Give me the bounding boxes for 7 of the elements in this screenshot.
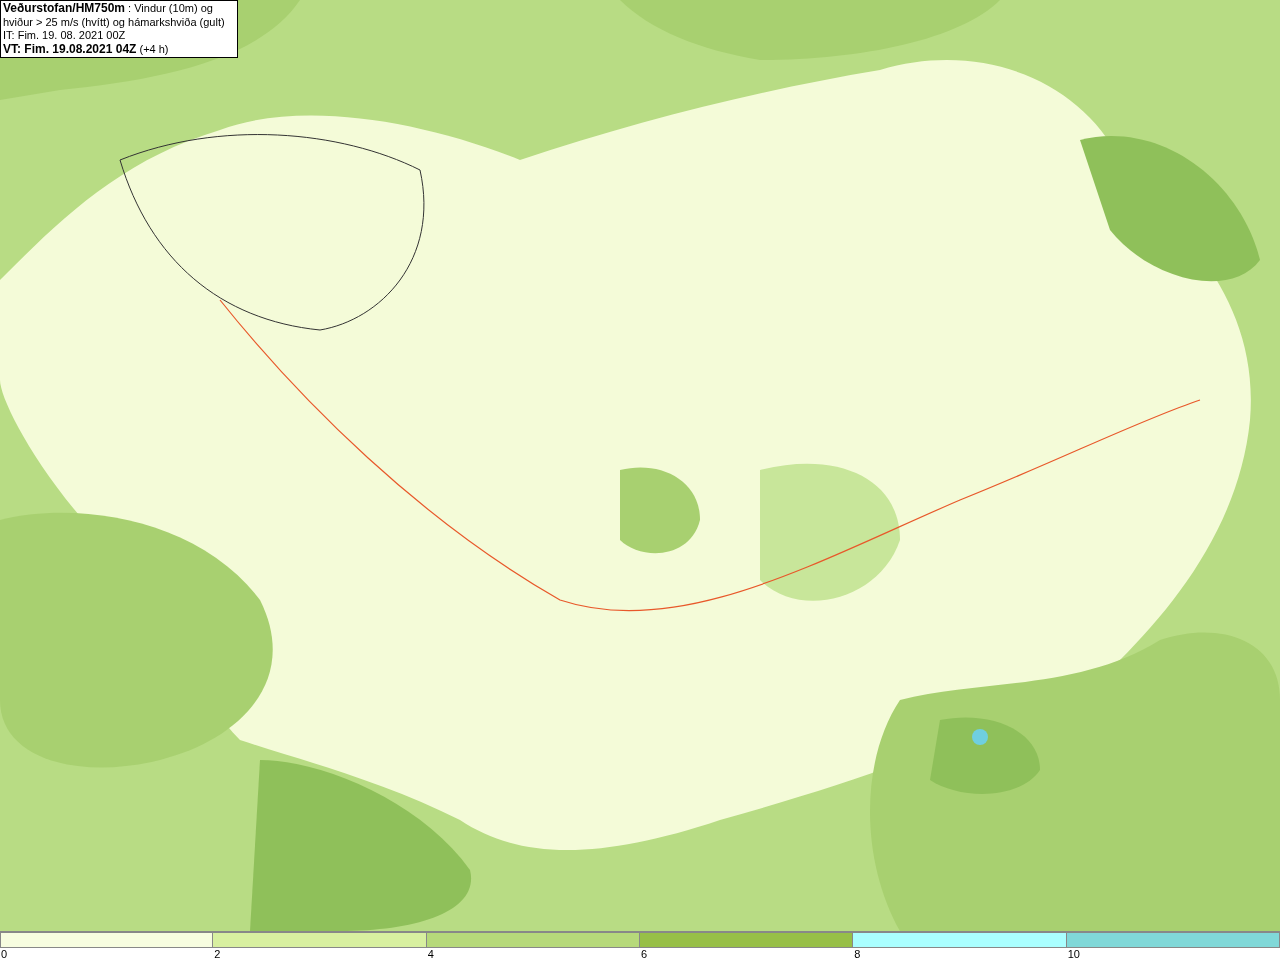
legend-label: 4: [426, 948, 434, 960]
legend-label: 0: [0, 948, 8, 960]
legend-label: 6: [640, 948, 648, 960]
legend-label: 8: [853, 948, 861, 960]
legend-label: 2: [213, 948, 221, 960]
map-caption: Veðurstofan/HM750m : Vindur (10m) og hviður > 25 m/s (hvítt) og hámarkshviða (gult) IT: Fim. 19. 08. 2021 00Z VT: Fim. 19.08.2021 04Z (+4 h): [0, 0, 238, 58]
legend-label: 10: [1066, 948, 1080, 960]
